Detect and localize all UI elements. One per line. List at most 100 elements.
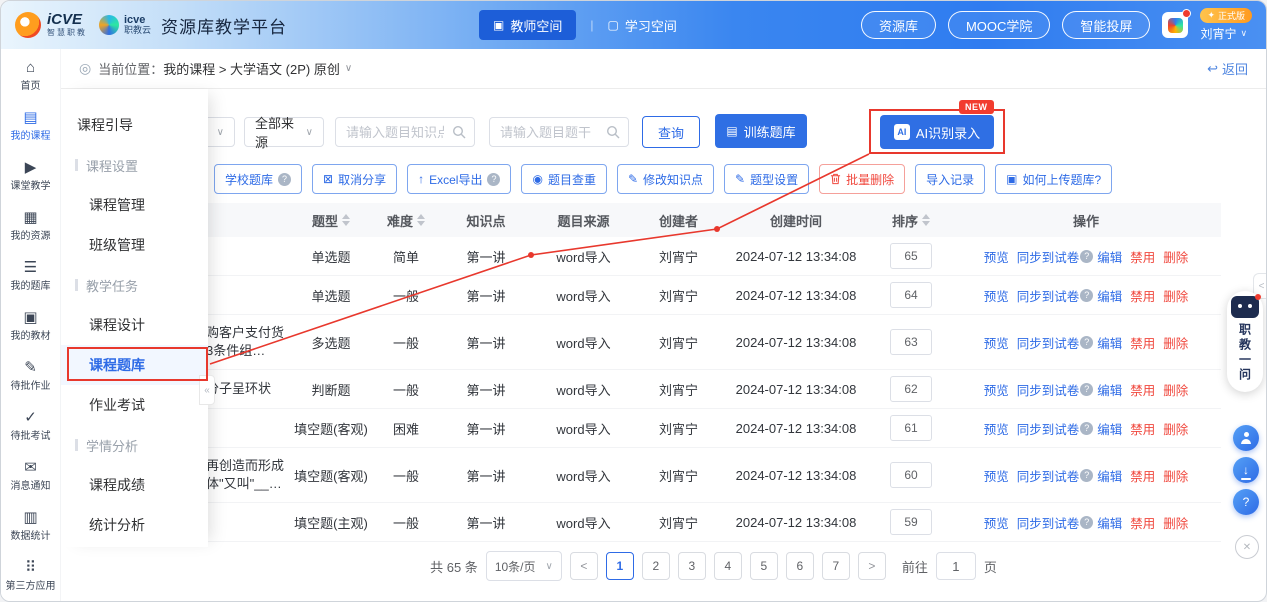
- edit-knowledge-button[interactable]: ✎ 修改知识点: [616, 164, 715, 194]
- disable-link[interactable]: 禁用: [1130, 513, 1155, 532]
- apps-icon[interactable]: [1162, 9, 1192, 38]
- help-icon[interactable]: ?: [1080, 468, 1094, 482]
- page-button-7[interactable]: 7: [821, 552, 850, 580]
- icve-logo[interactable]: iCVE 智慧职教: [15, 12, 87, 38]
- school-bank-button[interactable]: 学校题库 ?: [214, 164, 303, 194]
- prev-page-button[interactable]: <: [569, 552, 598, 580]
- learning-space-button[interactable]: ▢ 学习空间: [607, 16, 676, 35]
- cancel-share-button[interactable]: ⊠ 取消分享: [312, 164, 398, 194]
- edit-link[interactable]: 编辑: [1097, 380, 1122, 399]
- help-icon[interactable]: ?: [1080, 515, 1094, 529]
- sync-to-paper-link[interactable]: 同步到试卷: [1017, 333, 1080, 352]
- edit-link[interactable]: 编辑: [1097, 333, 1122, 352]
- user-menu[interactable]: 刘宵宁 ∨: [1200, 25, 1247, 42]
- disable-link[interactable]: 禁用: [1130, 419, 1155, 438]
- sidebar-item-question-bank[interactable]: ☰ 我的题库: [1, 251, 61, 301]
- upload-help-button[interactable]: ▣ 如何上传题库?: [995, 164, 1113, 194]
- resource-library-button[interactable]: 资源库: [860, 11, 936, 39]
- sidebar-item-my-courses[interactable]: ▤ 我的课程: [1, 101, 61, 151]
- search-button[interactable]: 查询: [642, 116, 700, 148]
- download-float-button[interactable]: ↓: [1233, 457, 1259, 483]
- source-select[interactable]: 全部来源 ∨: [244, 116, 324, 150]
- help-icon[interactable]: ?: [1080, 421, 1094, 435]
- goto-page-input[interactable]: [935, 552, 976, 580]
- sync-to-paper-link[interactable]: 同步到试卷: [1017, 466, 1080, 485]
- sync-to-paper-link[interactable]: 同步到试卷: [1017, 286, 1080, 305]
- edit-link[interactable]: 编辑: [1097, 286, 1122, 305]
- service-float-button[interactable]: [1233, 425, 1259, 451]
- next-page-button[interactable]: >: [857, 552, 886, 580]
- order-input[interactable]: 64: [890, 282, 932, 308]
- preview-link[interactable]: 预览: [984, 419, 1009, 438]
- sidebar-item-third-party[interactable]: ⠿ 第三方应用: [1, 551, 61, 601]
- help-icon[interactable]: ?: [1080, 335, 1094, 349]
- sidebar-item-my-resources[interactable]: ▦ 我的资源: [1, 201, 61, 251]
- help-icon[interactable]: ?: [1080, 288, 1094, 302]
- question-type-settings-button[interactable]: ✎ 题型设置: [724, 164, 810, 194]
- preview-link[interactable]: 预览: [984, 380, 1009, 399]
- disable-link[interactable]: 禁用: [1130, 286, 1155, 305]
- menu-item-course-guide[interactable]: 课程引导: [61, 105, 208, 145]
- delete-link[interactable]: 删除: [1163, 419, 1188, 438]
- help-icon[interactable]: ?: [278, 172, 292, 186]
- help-icon[interactable]: ?: [487, 172, 501, 186]
- delete-link[interactable]: 删除: [1163, 380, 1188, 399]
- delete-link[interactable]: 删除: [1163, 513, 1188, 532]
- order-input[interactable]: 65: [890, 243, 932, 269]
- sidebar-item-statistics[interactable]: ▥ 数据统计: [1, 501, 61, 551]
- order-input[interactable]: 60: [890, 462, 932, 488]
- menu-item-statistical-analysis[interactable]: 统计分析: [61, 505, 208, 545]
- knowledge-search-input[interactable]: [344, 123, 446, 141]
- menu-item-homework-exam[interactable]: 作业考试: [61, 385, 208, 425]
- page-size-select[interactable]: 10条/页 ∨: [485, 551, 562, 581]
- menu-item-course-management[interactable]: 课程管理: [61, 185, 208, 225]
- menu-item-course-grades[interactable]: 课程成绩: [61, 465, 208, 505]
- sort-icon[interactable]: [922, 214, 930, 226]
- excel-export-button[interactable]: ↑ Excel导出 ?: [407, 164, 512, 194]
- sidebar-item-home[interactable]: ⌂ 首页: [1, 51, 61, 101]
- sync-to-paper-link[interactable]: 同步到试卷: [1017, 380, 1080, 399]
- edit-link[interactable]: 编辑: [1097, 419, 1122, 438]
- sidebar-item-pending-homework[interactable]: ✎ 待批作业: [1, 351, 61, 401]
- page-button-1[interactable]: 1: [605, 552, 634, 580]
- preview-link[interactable]: 预览: [984, 247, 1009, 266]
- duplicate-check-button[interactable]: ◉ 题目查重: [521, 164, 607, 194]
- breadcrumb-caret-icon[interactable]: ∨: [345, 63, 352, 74]
- disable-link[interactable]: 禁用: [1130, 380, 1155, 399]
- mooc-college-button[interactable]: MOOC学院: [947, 11, 1051, 39]
- smart-cast-button[interactable]: 智能投屏: [1062, 11, 1151, 39]
- sort-icon[interactable]: [417, 214, 425, 226]
- edit-link[interactable]: 编辑: [1097, 513, 1122, 532]
- page-button-6[interactable]: 6: [785, 552, 814, 580]
- assistant-widget[interactable]: 职教一问: [1227, 291, 1263, 392]
- stem-search-input[interactable]: [498, 123, 600, 141]
- preview-link[interactable]: 预览: [984, 466, 1009, 485]
- ai-import-button[interactable]: AI AI识别录入: [880, 115, 994, 149]
- disable-link[interactable]: 禁用: [1130, 466, 1155, 485]
- batch-delete-button[interactable]: 批量删除: [819, 164, 906, 194]
- menu-collapse-icon[interactable]: «: [199, 375, 215, 405]
- zhijiaoyun-logo[interactable]: icve 职教云: [99, 14, 151, 36]
- sidebar-item-pending-exams[interactable]: ✓ 待批考试: [1, 401, 61, 451]
- order-input[interactable]: 61: [890, 415, 932, 441]
- help-icon[interactable]: ?: [1080, 249, 1094, 263]
- help-float-button[interactable]: ?: [1233, 489, 1259, 515]
- page-button-3[interactable]: 3: [677, 552, 706, 580]
- sync-to-paper-link[interactable]: 同步到试卷: [1017, 419, 1080, 438]
- preview-link[interactable]: 预览: [984, 286, 1009, 305]
- delete-link[interactable]: 删除: [1163, 247, 1188, 266]
- menu-item-course-design[interactable]: 课程设计: [61, 305, 208, 345]
- disable-link[interactable]: 禁用: [1130, 333, 1155, 352]
- import-history-button[interactable]: 导入记录: [915, 164, 986, 194]
- edit-link[interactable]: 编辑: [1097, 466, 1122, 485]
- delete-link[interactable]: 删除: [1163, 333, 1188, 352]
- menu-item-class-management[interactable]: 班级管理: [61, 225, 208, 265]
- order-input[interactable]: 59: [890, 509, 932, 535]
- order-input[interactable]: 63: [890, 329, 932, 355]
- back-button[interactable]: ↩ 返回: [1207, 59, 1248, 78]
- close-float-button[interactable]: ✕: [1235, 535, 1259, 559]
- menu-item-course-question-bank[interactable]: 课程题库: [61, 345, 208, 385]
- sync-to-paper-link[interactable]: 同步到试卷: [1017, 513, 1080, 532]
- teacher-space-button[interactable]: ▣ 教师空间: [479, 10, 577, 40]
- delete-link[interactable]: 删除: [1163, 286, 1188, 305]
